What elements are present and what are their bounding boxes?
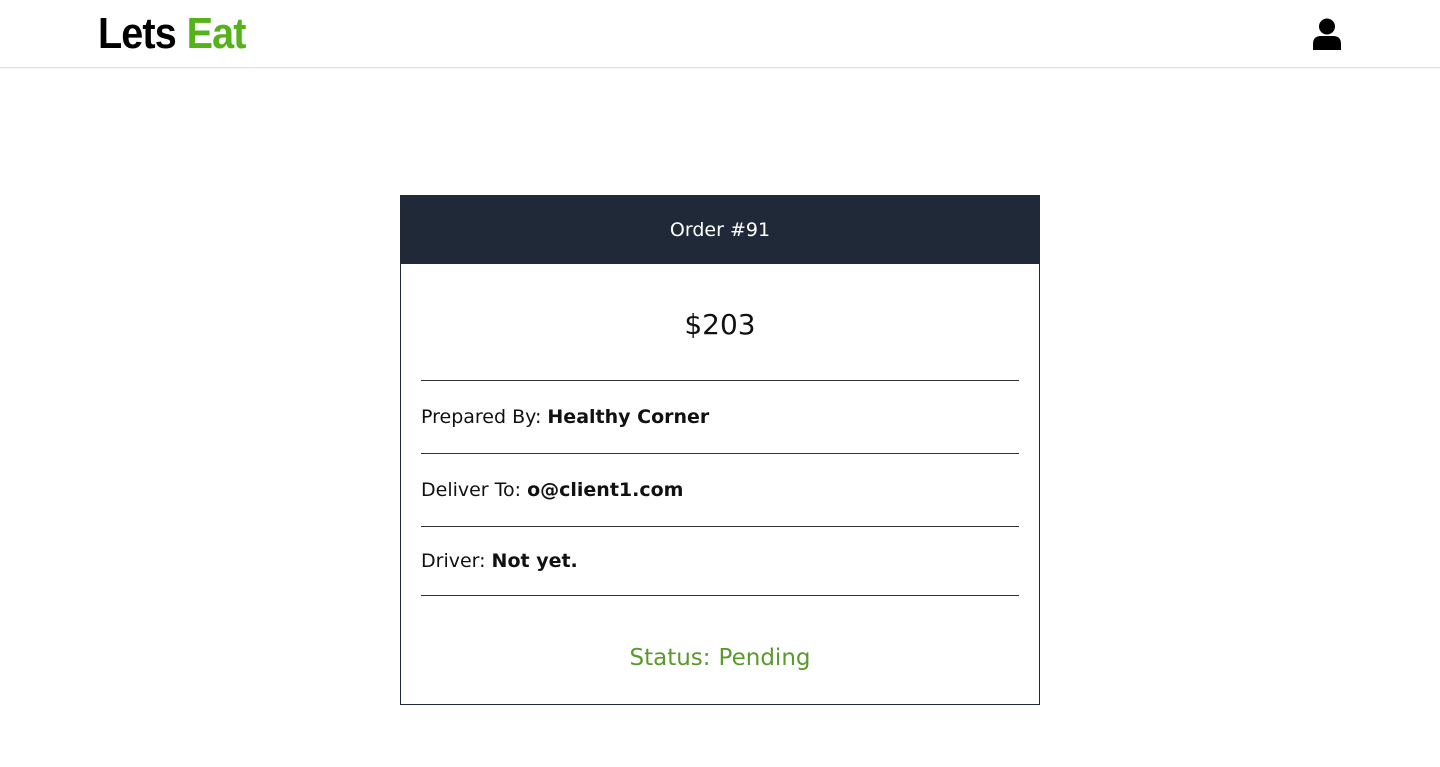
driver-row: Driver: Not yet. [421,527,1019,596]
prepared-by-value: Healthy Corner [547,406,710,428]
deliver-to-label: Deliver To: [421,479,522,501]
logo-link[interactable]: Lets Eat [98,10,246,58]
order-title: Order #91 [669,219,771,241]
order-card: Order #91 $203 Prepared By: Healthy Corn… [400,195,1040,705]
order-status: Status: Pending [401,596,1039,706]
order-total: $203 [401,264,1039,380]
status-label: Status: [629,645,711,671]
top-navbar: Lets Eat [0,0,1440,68]
driver-value: Not yet. [491,550,578,572]
driver-label: Driver: [421,550,486,572]
prepared-by-label: Prepared By: [421,406,542,428]
user-icon [1313,18,1341,50]
logo-word-lets: Lets [98,9,177,58]
order-card-header: Order #91 [401,196,1039,264]
user-profile-button[interactable] [1310,16,1344,52]
order-details: Prepared By: Healthy Corner Deliver To: … [421,380,1019,596]
deliver-to-value: o@client1.com [527,479,684,501]
prepared-by-row: Prepared By: Healthy Corner [421,381,1019,454]
order-total-value: $203 [684,307,756,341]
deliver-to-row: Deliver To: o@client1.com [421,454,1019,527]
status-value: Pending [718,645,811,671]
logo-word-eat: Eat [186,9,247,58]
